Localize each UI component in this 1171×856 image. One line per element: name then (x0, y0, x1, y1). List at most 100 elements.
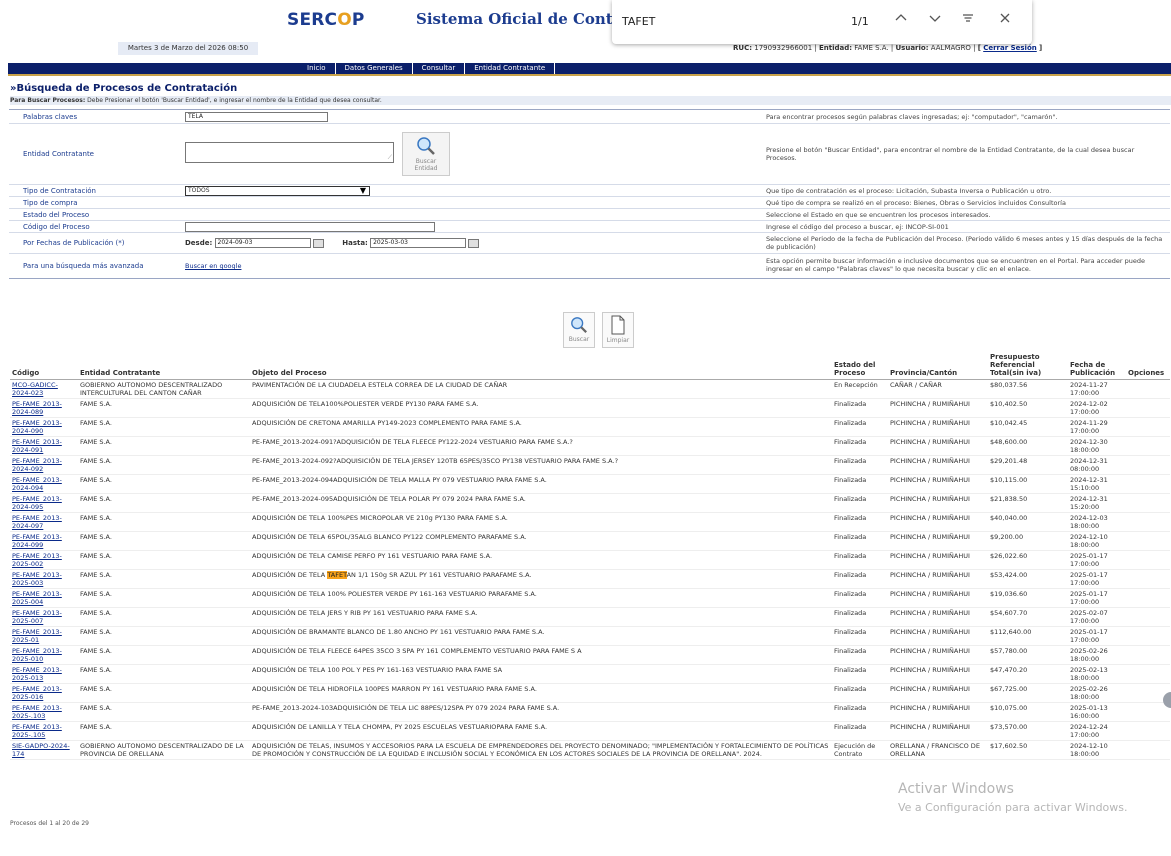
entity-cell: FAME S.A. (78, 550, 250, 570)
process-code-cell: PE-FAME_2013-2024-092 (10, 455, 78, 475)
process-code-link[interactable]: PE-FAME_2013-2024-091 (12, 438, 62, 454)
date-cell: 2025-01-17 17:00:00 (1068, 588, 1126, 608)
state-cell: Finalizada (832, 417, 888, 437)
process-code-link[interactable]: PE-FAME_2013-2024-097 (12, 514, 62, 530)
table-header-row: Código Entidad Contratante Objeto del Proc… (10, 352, 1170, 380)
find-input[interactable]: TAFET (622, 15, 655, 28)
object-cell: ADQUISICIÓN DE TELA 100%PES MICROPOLAR V… (250, 512, 832, 532)
search-entity-button[interactable]: Buscar Entidad (402, 132, 450, 176)
column-header: Entidad Contratante (78, 352, 250, 380)
process-code-link[interactable]: PE-FAME_2013-2025-016 (12, 685, 62, 701)
state-cell: Finalizada (832, 626, 888, 646)
calendar-icon[interactable] (312, 238, 324, 248)
options-cell (1126, 398, 1170, 418)
process-code-link[interactable]: PE-FAME_2013-2024-092 (12, 457, 62, 473)
date-cell: 2025-02-26 18:00:00 (1068, 683, 1126, 703)
process-code-cell: PE-FAME_2013-2025-.103 (10, 702, 78, 722)
process-code-cell: PE-FAME_2013-2025-016 (10, 683, 78, 703)
budget-cell: $47,470.20 (988, 664, 1068, 684)
magnifier-icon (417, 137, 435, 155)
column-header: Estado del Proceso (832, 352, 888, 380)
google-search-link[interactable]: Buscar en google (185, 262, 241, 270)
process-code-link[interactable]: PE-FAME_2013-2025-.103 (12, 704, 62, 720)
search-instructions: Para Buscar Procesos: Debe Presionar el … (10, 96, 1171, 105)
nav-item-entidad-contratante[interactable]: Entidad Contratante (464, 63, 554, 74)
process-code-link[interactable]: PE-FAME_2013-2025-003 (12, 571, 62, 587)
results-table: Código Entidad Contratante Objeto del Proc… (10, 352, 1170, 760)
process-code-link[interactable]: PE-FAME_2013-2024-094 (12, 476, 62, 492)
process-code-link[interactable]: PE-FAME_2013-2025-007 (12, 609, 62, 625)
search-button[interactable]: Buscar (563, 312, 595, 348)
process-code-link[interactable]: PE-FAME_2013-2024-095 (12, 495, 62, 511)
date-to-input[interactable]: 2025-03-03 (370, 238, 467, 248)
process-code-cell: PE-FAME_2013-2024-089 (10, 398, 78, 418)
date-from-input[interactable]: 2024-09-03 (214, 238, 311, 248)
main-nav: Inicio Datos Generales Consultar Entidad Co… (8, 63, 1171, 76)
process-code-link[interactable]: PE-FAME_2013-2025-002 (12, 552, 62, 568)
date-cell: 2025-01-17 17:00:00 (1068, 626, 1126, 646)
close-icon[interactable] (998, 11, 1012, 29)
object-cell: ADQUISICIÓN DE TELA100%POLIESTER VERDE P… (250, 398, 832, 418)
process-code-link[interactable]: MCO-GADICC-2024-023 (12, 381, 58, 397)
nav-item-datos-generales[interactable]: Datos Generales (334, 63, 412, 74)
options-cell (1126, 493, 1170, 513)
find-bar: TAFET 1/1 (612, 0, 1032, 44)
table-row: PE-FAME_2013-2025-003 FAME S.A. ADQUISICIÓ… (10, 569, 1170, 589)
date-cell: 2024-12-24 17:00:00 (1068, 721, 1126, 741)
province-cell: PICHINCHA / RUMIÑAHUI (888, 436, 988, 456)
state-cell: Finalizada (832, 436, 888, 456)
menu-icon[interactable] (961, 11, 975, 29)
process-code-link[interactable]: PE-FAME_2013-2025-01 (12, 628, 62, 644)
date-cell: 2024-12-31 15:10:00 (1068, 474, 1126, 494)
province-cell: PICHINCHA / RUMIÑAHUI (888, 588, 988, 608)
chevron-down-icon[interactable] (928, 11, 942, 29)
state-cell: Finalizada (832, 493, 888, 513)
entity-textarea[interactable]: ⟋ (185, 142, 394, 163)
province-cell: CAÑAR / CAÑAR (888, 379, 988, 399)
budget-cell: $10,402.50 (988, 398, 1068, 418)
process-code-link[interactable]: SIE-GADPO-2024-174 (12, 742, 70, 758)
state-cell: Finalizada (832, 683, 888, 703)
keywords-input[interactable]: TELA (185, 112, 328, 122)
sercop-logo[interactable]: SERCOP (287, 10, 365, 30)
calendar-icon[interactable] (468, 238, 480, 248)
object-cell: ADQUISICIÓN DE TELA FLEECE 64PES 35CO 3 … (250, 645, 832, 665)
entity-cell: FAME S.A. (78, 436, 250, 456)
code-input[interactable] (185, 222, 435, 232)
contract-type-select[interactable]: TODOS ▼ (185, 186, 370, 196)
advanced-hint: Esta opción permite buscar información e… (766, 257, 1146, 273)
process-code-link[interactable]: PE-FAME_2013-2024-099 (12, 533, 62, 549)
budget-cell: $53,424.00 (988, 569, 1068, 589)
resize-grip-icon[interactable]: ⟋ (388, 155, 392, 161)
process-code-cell: PE-FAME_2013-2025-004 (10, 588, 78, 608)
logout-link[interactable]: Cerrar Sesión (983, 44, 1037, 52)
process-code-link[interactable]: PE-FAME_2013-2025-004 (12, 590, 62, 606)
process-code-link[interactable]: PE-FAME_2013-2024-090 (12, 419, 62, 435)
advanced-label: Para una búsqueda más avanzada (23, 262, 144, 270)
process-code-cell: PE-FAME_2013-2025-01 (10, 626, 78, 646)
province-cell: PICHINCHA / RUMIÑAHUI (888, 493, 988, 513)
entity-cell: FAME S.A. (78, 607, 250, 627)
state-cell: Finalizada (832, 721, 888, 741)
state-hint: Seleccione el Estado en que se encuentre… (766, 211, 991, 219)
options-cell (1126, 702, 1170, 722)
nav-item-inicio[interactable]: Inicio (298, 63, 335, 74)
province-cell: PICHINCHA / RUMIÑAHUI (888, 664, 988, 684)
entity-cell: FAME S.A. (78, 474, 250, 494)
process-code-link[interactable]: PE-FAME_2013-2025-010 (12, 647, 62, 663)
options-cell (1126, 512, 1170, 532)
state-cell: Finalizada (832, 455, 888, 475)
state-cell: Finalizada (832, 569, 888, 589)
process-code-link[interactable]: PE-FAME_2013-2025-.105 (12, 723, 62, 739)
find-highlight: TAFET (327, 571, 347, 579)
process-code-link[interactable]: PE-FAME_2013-2024-089 (12, 400, 62, 416)
process-code-link[interactable]: PE-FAME_2013-2025-013 (12, 666, 62, 682)
date-cell: 2024-11-29 17:00:00 (1068, 417, 1126, 437)
province-cell: PICHINCHA / RUMIÑAHUI (888, 455, 988, 475)
entity-hint: Presione el botón "Buscar Entidad", para… (766, 146, 1135, 162)
clear-button[interactable]: Limpiar (602, 312, 634, 348)
magnifier-icon (571, 317, 587, 333)
chevron-up-icon[interactable] (894, 11, 908, 29)
nav-item-consultar[interactable]: Consultar (411, 63, 465, 74)
object-cell: ADQUISICIÓN DE TELA TAFETAN 1/1 150g SR … (250, 569, 832, 589)
